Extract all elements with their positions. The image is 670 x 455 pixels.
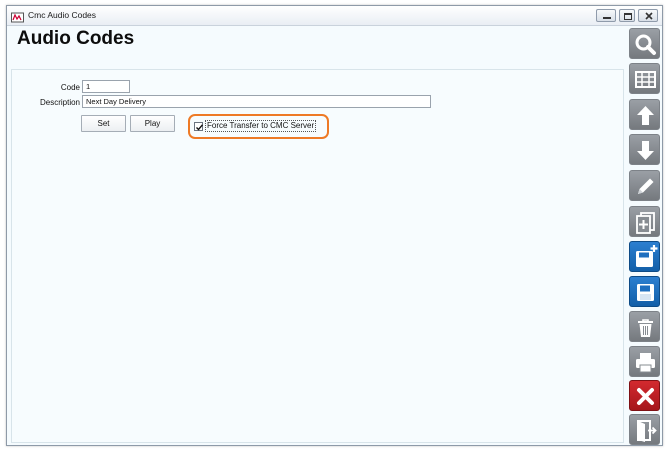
close-icon bbox=[637, 388, 654, 405]
trash-icon bbox=[638, 319, 653, 337]
window-title: Cmc Audio Codes bbox=[28, 10, 97, 20]
app-icon bbox=[11, 10, 24, 23]
move-up-button[interactable] bbox=[629, 99, 660, 130]
title-bar: Cmc Audio Codes bbox=[7, 6, 662, 26]
page-title: Audio Codes bbox=[17, 28, 135, 49]
play-button[interactable]: Play bbox=[130, 115, 175, 132]
arrow-up-icon bbox=[637, 106, 654, 125]
copy-button[interactable] bbox=[629, 206, 660, 237]
grid-icon bbox=[635, 71, 656, 88]
edit-button[interactable] bbox=[629, 170, 660, 201]
exit-icon bbox=[637, 420, 657, 442]
save-new-icon bbox=[636, 245, 658, 267]
grid-button[interactable] bbox=[629, 63, 660, 94]
code-field[interactable]: 1 bbox=[82, 80, 130, 93]
save-icon bbox=[637, 284, 654, 301]
save-new-button[interactable] bbox=[629, 241, 660, 272]
exit-button[interactable] bbox=[629, 414, 660, 445]
copy-icon bbox=[636, 212, 655, 234]
minimize-button[interactable] bbox=[596, 9, 616, 22]
delete-button[interactable] bbox=[629, 311, 660, 342]
force-transfer-checkbox[interactable]: Force Transfer to CMC Server bbox=[194, 119, 324, 134]
cancel-button[interactable] bbox=[629, 380, 660, 411]
description-field[interactable]: Next Day Delivery bbox=[82, 95, 431, 108]
set-button[interactable]: Set bbox=[81, 115, 126, 132]
arrow-down-icon bbox=[637, 141, 654, 160]
app-window: Cmc Audio Codes Audio Codes Code 1 Descr… bbox=[6, 5, 663, 446]
force-transfer-label: Force Transfer to CMC Server bbox=[205, 120, 317, 132]
search-button[interactable] bbox=[629, 28, 660, 59]
printer-icon bbox=[636, 353, 655, 373]
save-button[interactable] bbox=[629, 276, 660, 307]
print-button[interactable] bbox=[629, 346, 660, 377]
description-label: Description bbox=[39, 98, 80, 107]
search-icon bbox=[635, 34, 656, 55]
maximize-button[interactable] bbox=[619, 9, 635, 22]
code-label: Code bbox=[60, 83, 80, 92]
checkbox-box[interactable] bbox=[194, 122, 204, 131]
move-down-button[interactable] bbox=[629, 134, 660, 165]
window-close-button[interactable] bbox=[638, 9, 658, 22]
pencil-icon bbox=[638, 178, 654, 194]
